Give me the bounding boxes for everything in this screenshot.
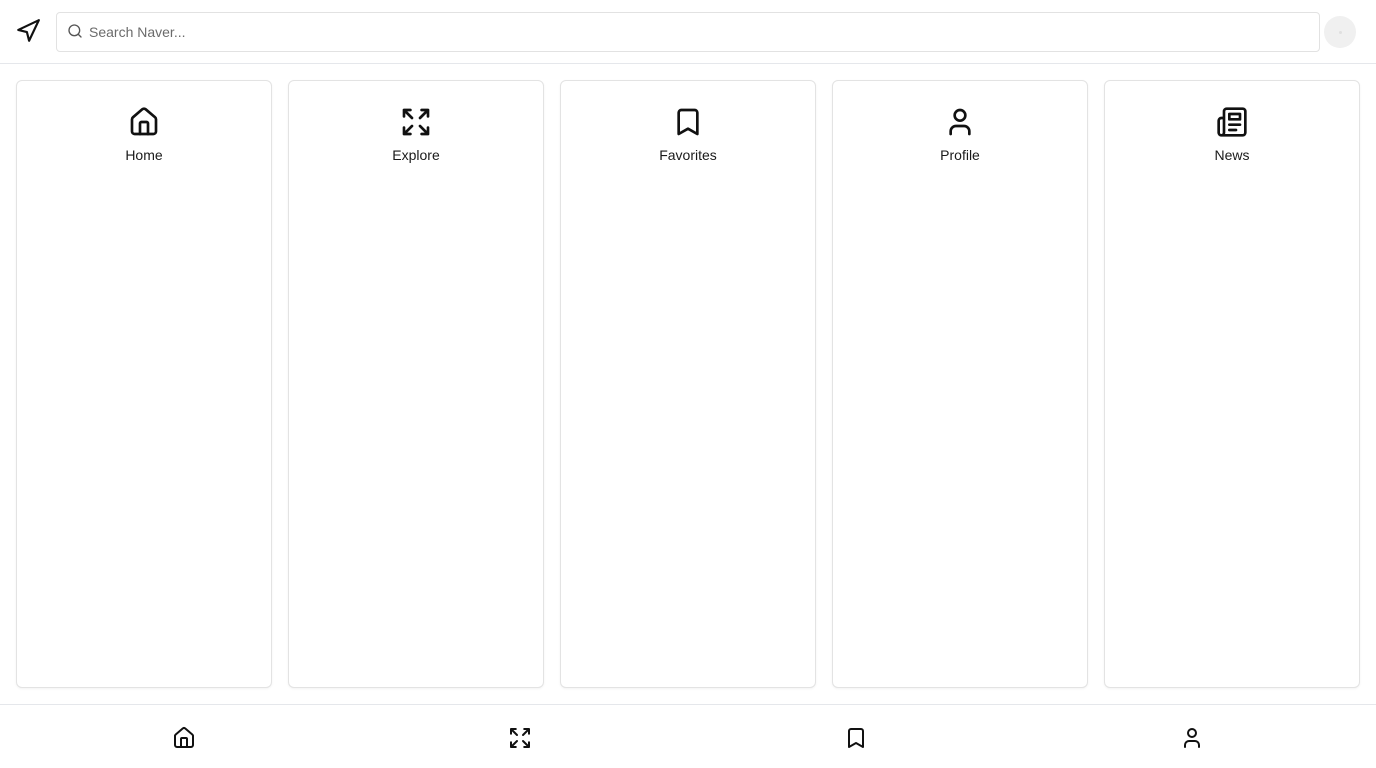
top-bar xyxy=(0,0,1376,64)
expand-icon xyxy=(400,106,432,138)
card-label-home: Home xyxy=(125,147,163,163)
bottom-navigation xyxy=(0,704,1376,768)
avatar-placeholder-dot xyxy=(1338,30,1342,34)
user-icon xyxy=(1184,728,1200,748)
newspaper-icon xyxy=(1216,106,1248,138)
home-icon xyxy=(174,727,194,748)
bookmark-icon xyxy=(672,106,704,138)
bottom-nav-home[interactable] xyxy=(171,725,197,751)
card-label-favorites: Favorites xyxy=(659,147,717,163)
card-profile[interactable]: Profile xyxy=(832,80,1088,688)
search-bar[interactable] xyxy=(56,12,1320,52)
navigation-arrow-icon[interactable] xyxy=(15,18,41,44)
card-label-profile: Profile xyxy=(940,147,980,163)
expand-icon xyxy=(510,728,530,748)
home-icon xyxy=(128,106,160,138)
card-favorites[interactable]: Favorites xyxy=(560,80,816,688)
card-grid: Home Explore Favorites Profile News xyxy=(16,80,1360,688)
bottom-nav-explore[interactable] xyxy=(507,725,533,751)
user-icon xyxy=(944,106,976,138)
card-label-news: News xyxy=(1214,147,1250,163)
card-label-explore: Explore xyxy=(392,147,440,163)
avatar[interactable] xyxy=(1324,16,1356,48)
bottom-nav-profile[interactable] xyxy=(1179,725,1205,751)
bottom-nav-favorites[interactable] xyxy=(843,725,869,751)
card-home[interactable]: Home xyxy=(16,80,272,688)
bookmark-icon xyxy=(848,728,864,748)
card-explore[interactable]: Explore xyxy=(288,80,544,688)
card-news[interactable]: News xyxy=(1104,80,1360,688)
search-icon xyxy=(67,23,83,39)
search-input[interactable] xyxy=(89,13,1309,51)
